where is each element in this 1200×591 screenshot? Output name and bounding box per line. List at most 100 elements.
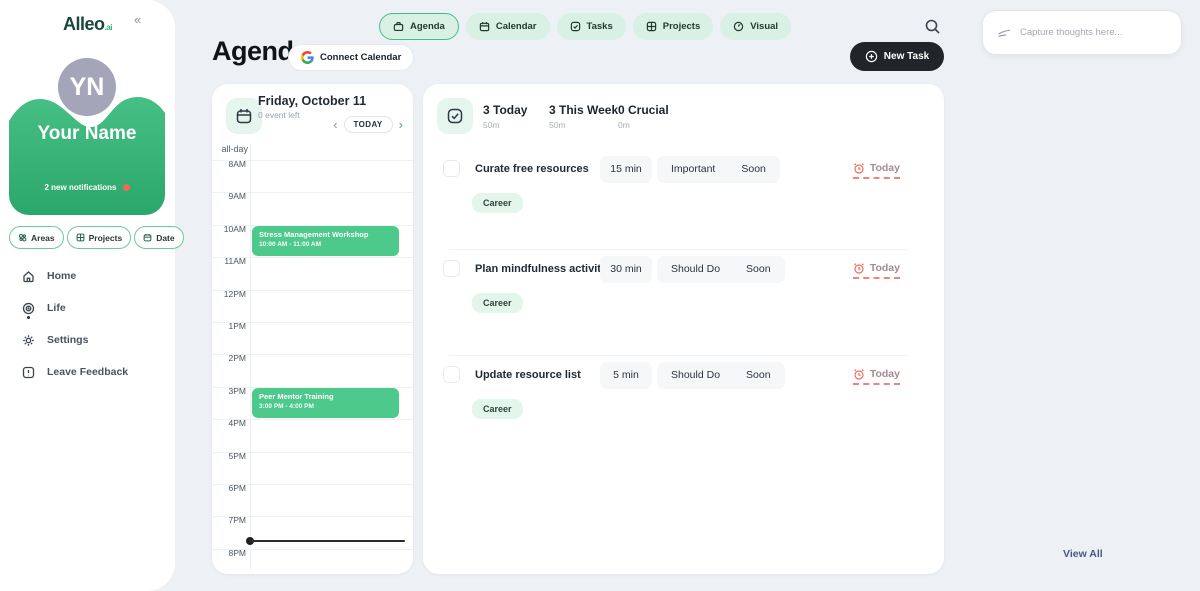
task-due-label: Today	[870, 368, 900, 380]
task-flags-pill[interactable]: Important Soon	[657, 156, 780, 183]
hour-label: 9AM	[212, 191, 246, 201]
tasks-panel: 3 Today 50m 3 This Week 50m 0 Crucial 0m…	[423, 84, 944, 574]
new-task-button[interactable]: New Task	[850, 42, 944, 71]
search-icon[interactable]	[924, 18, 944, 38]
calendar-day-nav: ‹ TODAY ›	[333, 116, 403, 133]
areas-icon	[18, 233, 27, 242]
avatar[interactable]: YN	[58, 58, 116, 116]
task-tag[interactable]: Career	[472, 293, 523, 313]
task-urgency: Soon	[746, 362, 771, 389]
hour-label: 12PM	[212, 289, 246, 299]
sidebar-item-settings[interactable]: Settings	[22, 324, 128, 356]
hour-label: 8AM	[212, 159, 246, 169]
task-due[interactable]: Today	[853, 262, 900, 279]
tasks-check-icon	[437, 98, 473, 134]
task-checkbox[interactable]	[443, 160, 460, 177]
google-icon	[301, 51, 314, 64]
task-due-label: Today	[870, 262, 900, 274]
tab-projects[interactable]: Projects	[633, 13, 714, 40]
filter-areas-button[interactable]: Areas	[9, 226, 64, 249]
settings-icon	[22, 334, 35, 347]
sidebar-item-life[interactable]: Life	[22, 292, 128, 324]
capture-thoughts-input[interactable]	[1020, 27, 1167, 38]
task-priority: Important	[671, 156, 715, 183]
task-checkbox[interactable]	[443, 260, 460, 277]
task-priority: Should Do	[671, 256, 720, 283]
scribble-icon	[997, 27, 1012, 39]
task-due[interactable]: Today	[853, 162, 900, 179]
app-logo: Alleo.ai	[0, 14, 175, 35]
visual-tab-icon	[733, 21, 744, 32]
events-left-label: 0 event left	[258, 110, 300, 120]
chevron-left-icon[interactable]: ‹	[333, 118, 337, 132]
home-icon	[22, 270, 35, 283]
task-duration-pill[interactable]: 15 min	[600, 156, 652, 183]
projects-tab-icon	[646, 21, 657, 32]
task-row[interactable]: Curate free resources 15 min Important S…	[423, 150, 944, 250]
life-icon	[22, 302, 35, 315]
sidebar-filters: Areas Projects Date	[9, 226, 184, 249]
task-tag[interactable]: Career	[472, 399, 523, 419]
task-flags-pill[interactable]: Should Do Soon	[657, 256, 785, 283]
hour-label: 5PM	[212, 451, 246, 461]
hour-label: 7PM	[212, 515, 246, 525]
chevron-right-icon[interactable]: ›	[399, 118, 403, 132]
calendar-event[interactable]: Stress Management Workshop 10:00 AM - 11…	[252, 226, 399, 256]
time-gutter-divider	[250, 144, 251, 570]
task-title: Update resource list	[475, 369, 581, 381]
task-urgency: Soon	[741, 156, 766, 183]
task-duration-pill[interactable]: 5 min	[600, 362, 652, 389]
connect-calendar-button[interactable]: Connect Calendar	[288, 44, 414, 71]
stat-this-week: 3 This Week 50m	[549, 103, 618, 130]
calendar-icon	[226, 98, 262, 134]
alarm-icon	[853, 368, 865, 380]
notifications-banner[interactable]: 2 new notifications	[9, 183, 165, 192]
task-flags-pill[interactable]: Should Do Soon	[657, 362, 785, 389]
plus-circle-icon	[865, 50, 878, 63]
notification-dot-icon	[123, 184, 130, 191]
task-title: Curate free resources	[475, 163, 589, 175]
hour-label: 6PM	[212, 483, 246, 493]
active-page-dot	[27, 316, 30, 319]
tab-calendar[interactable]: Calendar	[466, 13, 550, 40]
feedback-icon	[22, 366, 35, 379]
hour-label: 11AM	[212, 256, 246, 266]
sidebar-nav: Home Life Settings Leave Feedback	[22, 260, 128, 388]
collapse-sidebar-icon[interactable]: «	[134, 12, 141, 27]
sidebar-item-leave-feedback[interactable]: Leave Feedback	[22, 356, 128, 388]
task-tag[interactable]: Career	[472, 193, 523, 213]
today-button[interactable]: TODAY	[344, 116, 393, 133]
task-due-label: Today	[870, 162, 900, 174]
all-day-label: all-day	[216, 144, 248, 154]
hour-label: 1PM	[212, 321, 246, 331]
current-time-line	[250, 540, 405, 542]
tab-agenda[interactable]: Agenda	[379, 13, 459, 40]
calendar-event[interactable]: Peer Mentor Training 3:00 PM - 4:00 PM	[252, 388, 399, 418]
sidebar: Alleo.ai « YN Your Name 2 new notificati…	[0, 0, 175, 591]
task-list: Curate free resources 15 min Important S…	[423, 150, 944, 462]
task-row[interactable]: Update resource list 5 min Should Do Soo…	[423, 356, 944, 462]
filter-projects-button[interactable]: Projects	[67, 226, 132, 249]
calendar-panel: Friday, October 11 0 event left ‹ TODAY …	[212, 84, 413, 574]
capture-thoughts-box[interactable]	[982, 10, 1182, 55]
hour-label: 4PM	[212, 418, 246, 428]
task-row[interactable]: Plan mindfulness activity 30 min Should …	[423, 250, 944, 356]
task-duration-pill[interactable]: 30 min	[600, 256, 652, 283]
task-priority: Should Do	[671, 362, 720, 389]
task-checkbox[interactable]	[443, 366, 460, 383]
calendar-tab-icon	[479, 21, 490, 32]
filter-date-button[interactable]: Date	[134, 226, 183, 249]
task-due[interactable]: Today	[853, 368, 900, 385]
tab-visual[interactable]: Visual	[720, 13, 791, 40]
task-urgency: Soon	[746, 256, 771, 283]
stat-crucial: 0 Crucial 0m	[618, 103, 669, 130]
view-all-link[interactable]: View All	[1063, 548, 1103, 560]
user-name: Your Name	[9, 123, 165, 145]
projects-icon	[76, 233, 85, 242]
alarm-icon	[853, 262, 865, 274]
sidebar-item-home[interactable]: Home	[22, 260, 128, 292]
calendar-date-title: Friday, October 11	[258, 94, 366, 108]
hour-label: 8PM	[212, 548, 246, 558]
hour-label: 3PM	[212, 386, 246, 396]
tab-tasks[interactable]: Tasks	[557, 13, 626, 40]
